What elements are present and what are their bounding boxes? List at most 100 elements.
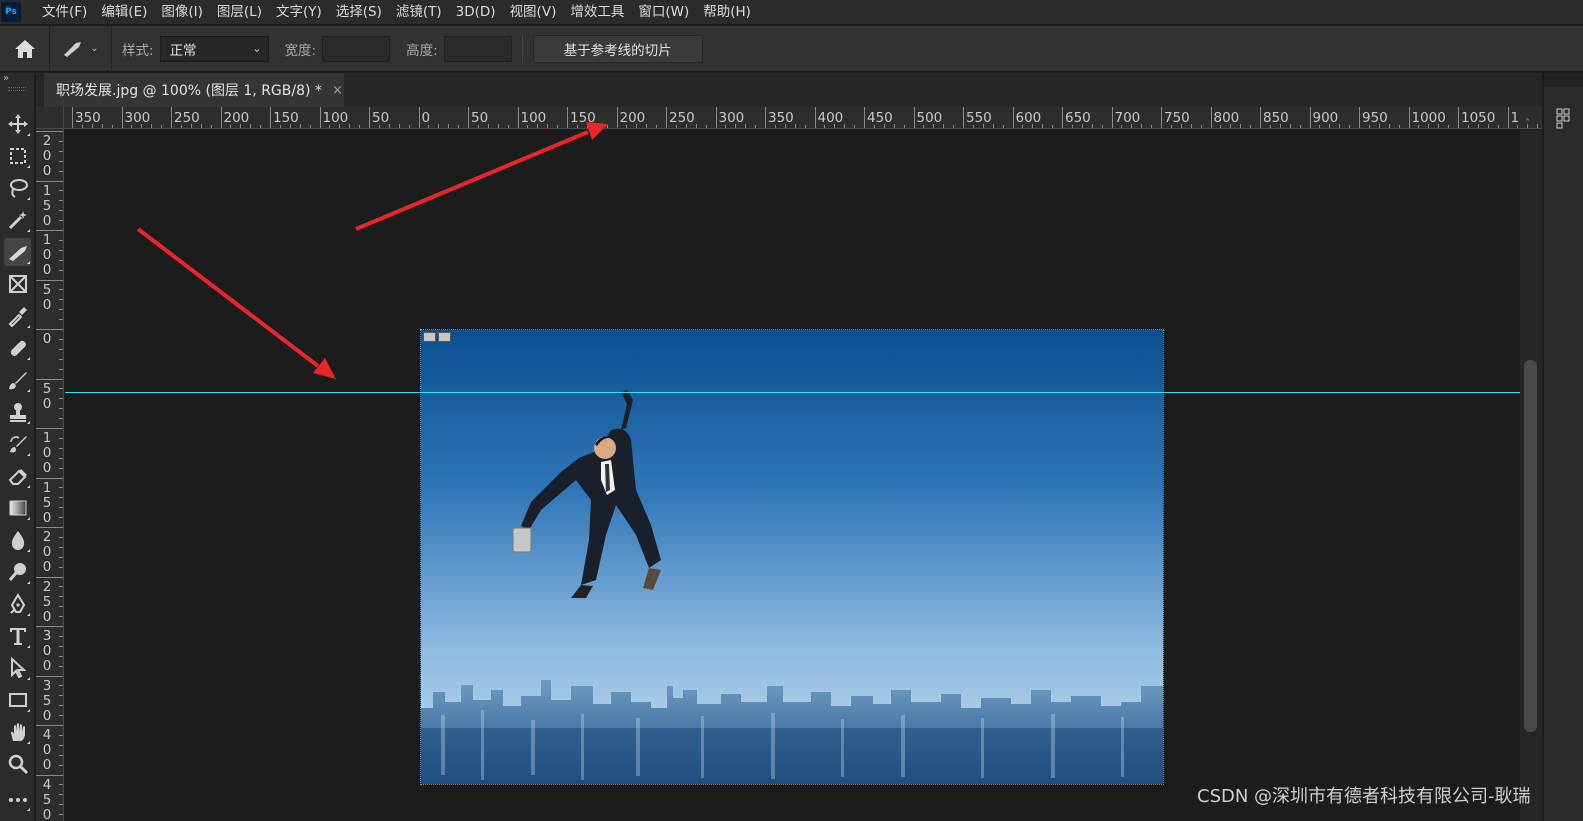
menu-help[interactable]: 帮助(H) <box>696 0 758 25</box>
ruler-minor-tick <box>59 299 63 301</box>
ruler-minor-tick <box>1269 125 1271 128</box>
eyedropper-tool[interactable] <box>4 302 31 330</box>
height-input[interactable] <box>443 35 512 62</box>
close-icon[interactable]: × <box>332 83 343 98</box>
path-selection-tool[interactable] <box>4 654 31 682</box>
panel-grip[interactable] <box>8 87 26 91</box>
menu-type[interactable]: 文字(Y) <box>269 0 329 25</box>
type-tool[interactable] <box>4 622 31 650</box>
menu-image[interactable]: 图像(I) <box>154 0 210 25</box>
marquee-tool[interactable] <box>4 142 31 170</box>
ruler-major-tick <box>814 107 816 128</box>
zoom-tool[interactable] <box>4 750 31 778</box>
move-tool[interactable] <box>4 110 31 138</box>
collapse-panel-icon[interactable]: » <box>3 73 9 84</box>
slices-from-guides-button[interactable]: 基于参考线的切片 <box>532 34 703 63</box>
brush-tool[interactable] <box>4 366 31 394</box>
gradient-tool[interactable] <box>4 494 31 522</box>
ruler-minor-tick <box>59 517 63 519</box>
ruler-minor-tick <box>586 124 588 128</box>
hand-tool[interactable] <box>4 718 31 746</box>
scroll-up-icon[interactable]: ˄ <box>1525 118 1530 129</box>
ruler-minor-tick <box>1042 124 1044 128</box>
ruler-major-tick <box>1260 107 1261 128</box>
ruler-minor-tick <box>1081 124 1083 128</box>
history-brush-tool[interactable] <box>4 430 31 458</box>
healing-brush-tool[interactable] <box>4 334 31 362</box>
rectangle-icon <box>8 693 27 707</box>
menu-3d[interactable]: 3D(D) <box>449 0 503 25</box>
ruler-label: 800 <box>1213 110 1240 126</box>
panel-dock-header[interactable] <box>1544 73 1583 87</box>
menu-layer[interactable]: 图层(L) <box>210 0 269 25</box>
ruler-minor-tick <box>59 348 63 350</box>
ruler-minor-tick <box>59 616 63 618</box>
ruler-minor-tick <box>1467 125 1469 128</box>
ruler-minor-tick <box>59 705 63 707</box>
tool-preset-picker[interactable]: ⌄ <box>50 25 112 72</box>
clone-stamp-tool[interactable] <box>4 398 31 426</box>
ruler-minor-tick <box>1200 125 1202 128</box>
menu-view[interactable]: 视图(V) <box>503 0 564 25</box>
ruler-minor-tick <box>774 125 776 128</box>
ruler-minor-tick <box>59 497 63 499</box>
ruler-minor-tick <box>59 418 63 420</box>
ruler-major-tick <box>369 107 370 128</box>
document-tab[interactable]: 职场发展.jpg @ 100% (图层 1, RGB/8) * × <box>44 73 344 107</box>
ruler-minor-tick <box>1032 124 1034 128</box>
menu-file[interactable]: 文件(F) <box>35 0 94 25</box>
menu-plugins[interactable]: 增效工具 <box>563 0 631 25</box>
ruler-major-tick <box>36 527 63 528</box>
ruler-minor-tick <box>1388 124 1390 128</box>
style-select[interactable]: 正常 ⌄ <box>159 35 269 62</box>
ruler-major-tick <box>220 107 222 128</box>
menu-filter[interactable]: 滤镜(T) <box>389 0 449 25</box>
lasso-tool[interactable] <box>4 174 31 202</box>
ruler-minor-tick <box>59 655 63 657</box>
magic-wand-tool[interactable] <box>4 206 31 234</box>
horizontal-ruler[interactable]: 350 300 250 200 150 100 50 0 50 100 150 200 250 300 35… <box>36 107 1542 129</box>
more-tools[interactable] <box>4 785 31 813</box>
ruler-minor-tick <box>230 125 232 128</box>
menu-select[interactable]: 选择(S) <box>329 0 389 25</box>
rectangle-tool[interactable] <box>4 686 31 714</box>
horizontal-guide-line[interactable] <box>65 392 1520 393</box>
slice-number-badge <box>423 332 451 342</box>
ruler-major-tick <box>36 279 63 281</box>
ruler-major-tick <box>715 107 717 128</box>
height-label: 高度: <box>406 42 438 59</box>
canvas-area[interactable] <box>65 130 1520 821</box>
ruler-label: 200 <box>42 529 52 575</box>
dodge-icon <box>8 563 26 581</box>
home-button[interactable] <box>0 25 50 72</box>
ruler-minor-tick <box>329 125 331 128</box>
ruler-minor-tick <box>59 319 63 321</box>
menu-window[interactable]: 窗口(W) <box>631 0 696 25</box>
ruler-label: 250 <box>174 110 200 126</box>
width-input[interactable] <box>322 35 391 62</box>
frame-tool[interactable] <box>4 270 31 298</box>
blur-tool[interactable] <box>4 526 31 554</box>
vertical-ruler[interactable]: 200 150 100 50 0 50 100 150 200 250 300 350 400 450 <box>36 129 64 821</box>
vertical-scrollbar[interactable]: ˄ <box>1520 118 1542 821</box>
ruler-minor-tick <box>1279 124 1281 128</box>
ruler-minor-tick <box>656 125 658 128</box>
pen-tool[interactable] <box>4 590 31 618</box>
eraser-tool[interactable] <box>4 462 31 490</box>
ruler-label: 400 <box>42 727 52 773</box>
marquee-icon <box>9 148 26 164</box>
ruler-major-tick <box>418 107 420 128</box>
ruler-major-tick <box>1161 107 1162 128</box>
panels-icon[interactable] <box>1556 107 1570 129</box>
ruler-minor-tick <box>59 457 63 459</box>
menu-edit[interactable]: 编辑(E) <box>94 0 154 25</box>
slice-tool[interactable] <box>4 238 31 266</box>
dodge-tool[interactable] <box>4 558 31 586</box>
ruler-minor-tick <box>279 125 281 128</box>
ruler-minor-tick <box>834 124 836 128</box>
ruler-minor-tick <box>59 170 63 172</box>
ruler-label: 100 <box>322 110 349 126</box>
scrollbar-thumb[interactable] <box>1524 360 1537 732</box>
ruler-origin[interactable] <box>36 107 64 129</box>
ruler-label: 150 <box>570 110 596 126</box>
